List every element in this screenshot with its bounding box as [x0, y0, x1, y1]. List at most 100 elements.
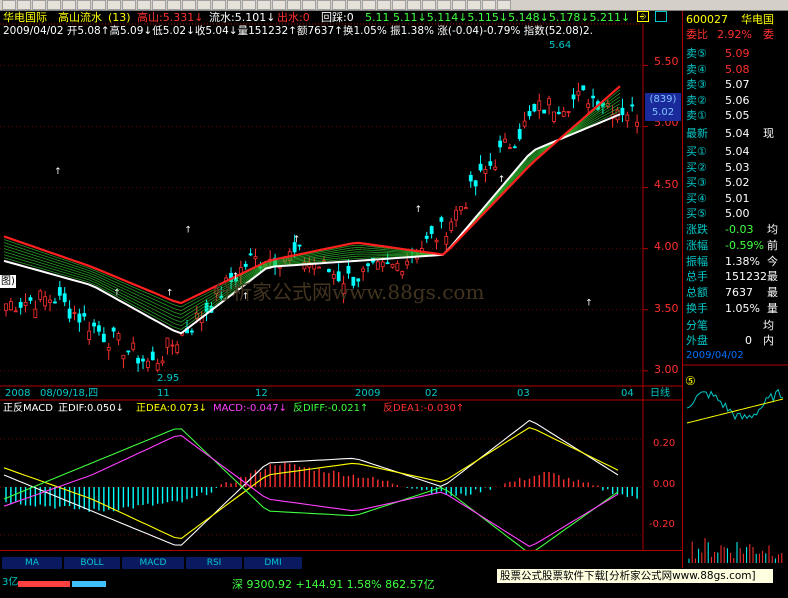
candle-body	[478, 163, 483, 171]
toolbar-button[interactable]	[362, 0, 376, 10]
candle-body	[488, 161, 493, 166]
mini-chart[interactable]	[683, 363, 788, 571]
toolbar-button[interactable]	[407, 0, 421, 10]
candle-body	[33, 308, 38, 318]
toolbar-button[interactable]	[167, 0, 181, 10]
mid-label: 图)	[0, 275, 16, 288]
ratio-label: 委比	[686, 28, 708, 41]
toolbar-button[interactable]	[107, 0, 121, 10]
toolbar-button[interactable]	[482, 0, 496, 10]
candle-body	[248, 253, 253, 256]
toolbar-button[interactable]	[92, 0, 106, 10]
candle-body	[190, 330, 194, 333]
index-readout: 深 9300.92 +144.91 1.58% 862.57亿	[232, 578, 435, 591]
tab-dmi[interactable]: DMI	[244, 557, 302, 569]
candle-body	[630, 104, 635, 107]
candle-body	[566, 111, 571, 113]
candle-body	[591, 95, 595, 99]
toolbar	[0, 0, 788, 11]
toolbar-button[interactable]	[467, 0, 481, 10]
sell-level-label: 卖①	[686, 109, 707, 122]
toolbar-button[interactable]	[2, 0, 16, 10]
candle-body	[449, 221, 454, 231]
toolbar-button[interactable]	[32, 0, 46, 10]
toolbar-button[interactable]	[122, 0, 136, 10]
header-item: 回踩:0	[321, 11, 354, 24]
candle-body	[170, 344, 175, 347]
main-chart-area[interactable]: ↑ ↑ ↑ ↑ ↑ ↑ ↑ ↑ ↑ ↑ 华电国际 高山流水 (13) 高山:5.331↓ 流水:5…	[0, 11, 682, 571]
candle-body	[561, 111, 566, 117]
tab-rsi[interactable]: RSI	[186, 557, 242, 569]
stat-row-value: -0.59%	[725, 238, 764, 252]
fenbi-label[interactable]: 分笔	[686, 319, 708, 332]
candle-body	[4, 303, 8, 311]
buy-level-label: 买①	[686, 145, 707, 158]
toolbar-button[interactable]	[437, 0, 451, 10]
candle-body	[581, 85, 586, 91]
candle-body	[57, 287, 62, 296]
window-toggle-icon[interactable]	[655, 11, 667, 22]
sell-level-label: 卖③	[686, 78, 707, 91]
stat-row-value: 1.38%	[725, 254, 760, 268]
toolbar-button[interactable]	[452, 0, 466, 10]
candle-body	[620, 107, 625, 116]
candle-body	[317, 266, 322, 269]
toolbar-button[interactable]	[347, 0, 361, 10]
sell-level-value: 5.05	[725, 109, 750, 122]
toolbar-button[interactable]	[197, 0, 211, 10]
stat-row-label: 涨幅	[686, 238, 708, 252]
stat-row-tail: 前	[767, 238, 778, 252]
toolbar-button[interactable]	[497, 0, 511, 10]
toolbar-button[interactable]	[317, 0, 331, 10]
price-tick: 5.50	[654, 55, 679, 68]
toolbar-button[interactable]	[62, 0, 76, 10]
bottom-left: 3亿	[2, 577, 19, 588]
toolbar-button[interactable]	[47, 0, 61, 10]
toolbar-button[interactable]	[152, 0, 166, 10]
toolbar-button[interactable]	[272, 0, 286, 10]
candle-body	[434, 239, 439, 243]
date-tick: 02	[425, 388, 438, 399]
candle-body	[468, 175, 473, 182]
toolbar-button[interactable]	[242, 0, 256, 10]
candle-body	[532, 103, 537, 112]
tab-ma[interactable]: MA	[2, 557, 62, 569]
stock-name-short: 华电国	[741, 13, 774, 26]
lock-icon[interactable]: ⎆	[637, 11, 649, 22]
macd-line	[3, 426, 619, 539]
toolbar-button[interactable]	[227, 0, 241, 10]
toolbar-button[interactable]	[332, 0, 346, 10]
candle-body	[512, 146, 517, 149]
toolbar-button[interactable]	[287, 0, 301, 10]
toolbar-button[interactable]	[377, 0, 391, 10]
toolbar-button[interactable]	[212, 0, 226, 10]
toolbar-button[interactable]	[17, 0, 31, 10]
neipan-label: 内	[763, 334, 774, 347]
candle-body	[625, 114, 630, 122]
toolbar-button[interactable]	[392, 0, 406, 10]
candle-body	[375, 261, 380, 270]
candle-body	[175, 344, 180, 353]
toolbar-button[interactable]	[302, 0, 316, 10]
toolbar-button[interactable]	[137, 0, 151, 10]
tab-macd[interactable]: MACD	[122, 557, 184, 569]
date-tick: 03	[517, 388, 530, 399]
buy-level-label: 买③	[686, 176, 707, 189]
promo-banner[interactable]: 股票公式股票软件下载[分析家公式网www.88gs.com]	[496, 568, 774, 584]
toolbar-button[interactable]	[77, 0, 91, 10]
toolbar-button[interactable]	[257, 0, 271, 10]
period-label[interactable]: 日线	[650, 387, 670, 400]
toolbar-button[interactable]	[182, 0, 196, 10]
ratio-tail: 委	[763, 28, 774, 41]
toolbar-button[interactable]	[422, 0, 436, 10]
candle-body	[297, 244, 302, 247]
candle-body	[527, 111, 532, 117]
stock-code: 600027	[686, 13, 728, 26]
candle-body	[77, 313, 82, 323]
candle-body	[28, 297, 33, 301]
date-tick: 08/09/18,四	[40, 388, 99, 399]
candle-body	[136, 357, 140, 364]
marker-arrow: ↑	[166, 289, 174, 299]
tab-boll[interactable]: BOLL	[64, 557, 120, 569]
candle-body	[586, 103, 591, 108]
